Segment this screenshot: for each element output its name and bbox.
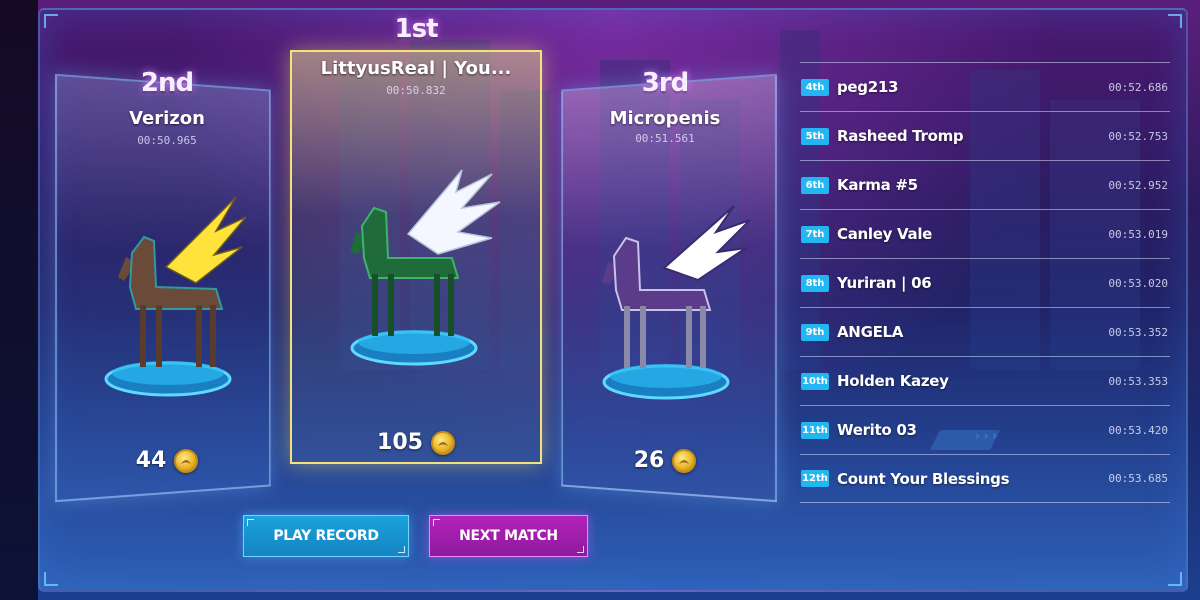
racer-name: Canley Vale bbox=[837, 225, 933, 243]
coin-icon bbox=[672, 448, 697, 473]
next-match-label: NEXT MATCH bbox=[459, 528, 558, 544]
racer-name: Micropenis bbox=[609, 108, 721, 129]
racer-time: 00:53.685 bbox=[1108, 472, 1168, 485]
horse-on-platform bbox=[104, 197, 246, 397]
racer-time: 00:50.832 bbox=[386, 84, 446, 97]
racer-name: Yuriran | 06 bbox=[837, 274, 932, 292]
leaderboard-row: 4th peg213 00:52.686 bbox=[800, 62, 1170, 111]
racer-name: Verizon bbox=[129, 108, 205, 129]
left-edge-panel bbox=[0, 0, 38, 600]
racer-time: 00:52.753 bbox=[1108, 129, 1168, 143]
corner-decoration bbox=[1168, 14, 1182, 28]
racer-name: Werito 03 bbox=[837, 421, 917, 439]
rank-badge: 10th bbox=[801, 372, 829, 390]
corner-decoration bbox=[44, 14, 58, 28]
racer-time: 00:52.686 bbox=[1108, 80, 1168, 94]
place-label: 1st bbox=[394, 14, 439, 44]
rank-badge: 6th bbox=[801, 176, 829, 194]
podium-card-first: 1st LittyusReal | You... 00:50.832 105 bbox=[290, 14, 542, 464]
leaderboard-row: 7th Canley Vale 00:53.019 bbox=[800, 209, 1170, 258]
leaderboard-row: 5th Rasheed Tromp 00:52.753 bbox=[800, 111, 1170, 160]
rank-badge: 7th bbox=[801, 225, 829, 243]
play-record-button[interactable]: PLAY RECORD bbox=[243, 515, 409, 557]
racer-time: 00:53.353 bbox=[1108, 374, 1168, 388]
racer-name: peg213 bbox=[837, 78, 899, 96]
reward: 44 bbox=[56, 448, 278, 473]
reward: 105 bbox=[290, 430, 542, 455]
leaderboard-row: 12th Count Your Blessings 00:53.685 bbox=[800, 454, 1170, 503]
reward: 26 bbox=[554, 448, 776, 473]
leaderboard-list: 4th peg213 00:52.686 5th Rasheed Tromp 0… bbox=[800, 62, 1170, 503]
podium-card-third: 3rd Micropenis 00:51.561 26 bbox=[554, 68, 777, 503]
leaderboard-row: 8th Yuriran | 06 00:53.020 bbox=[800, 258, 1170, 307]
rank-badge: 4th bbox=[801, 78, 829, 96]
racer-time: 00:50.965 bbox=[137, 134, 197, 147]
podium-card-second: 2nd Verizon 00:50.965 44 bbox=[55, 68, 278, 503]
corner-decoration bbox=[1168, 572, 1182, 586]
racer-time: 00:53.420 bbox=[1108, 423, 1168, 437]
rank-badge: 8th bbox=[801, 274, 829, 292]
racer-time: 00:53.019 bbox=[1108, 227, 1168, 241]
racer-name: ANGELA bbox=[837, 323, 904, 341]
racer-time: 00:53.020 bbox=[1108, 276, 1168, 290]
horse-figure bbox=[118, 197, 246, 367]
rank-badge: 12th bbox=[801, 470, 829, 487]
rank-badge: 9th bbox=[801, 323, 829, 341]
horse-on-platform bbox=[602, 205, 751, 400]
place-label: 3rd bbox=[641, 68, 690, 98]
next-match-button[interactable]: NEXT MATCH bbox=[429, 515, 588, 557]
racer-name: LittyusReal | You... bbox=[320, 58, 512, 79]
leaderboard-row: 10th Holden Kazey 00:53.353 bbox=[800, 356, 1170, 405]
reward-amount: 44 bbox=[135, 448, 167, 473]
reward-amount: 105 bbox=[377, 430, 423, 455]
corner-decoration bbox=[44, 572, 58, 586]
coin-icon bbox=[430, 430, 455, 455]
coin-icon bbox=[174, 448, 199, 473]
rank-badge: 5th bbox=[801, 127, 829, 145]
leaderboard-row: 9th ANGELA 00:53.352 bbox=[800, 307, 1170, 356]
play-record-label: PLAY RECORD bbox=[273, 528, 379, 544]
horse-figure bbox=[350, 169, 501, 336]
leaderboard-row: 11th Werito 03 00:53.420 bbox=[800, 405, 1170, 454]
leaderboard-row: 6th Karma #5 00:52.952 bbox=[800, 160, 1170, 209]
horse-on-platform bbox=[350, 169, 501, 366]
racer-time: 00:52.952 bbox=[1108, 178, 1168, 192]
racer-time: 00:51.561 bbox=[635, 132, 695, 145]
racer-time: 00:53.352 bbox=[1108, 325, 1168, 339]
racer-name: Count Your Blessings bbox=[837, 469, 1010, 488]
racer-name: Karma #5 bbox=[837, 176, 918, 194]
horse-figure bbox=[602, 205, 751, 368]
racer-name: Holden Kazey bbox=[837, 372, 949, 390]
rank-badge: 11th bbox=[801, 421, 829, 439]
racer-name: Rasheed Tromp bbox=[837, 127, 964, 145]
place-label: 2nd bbox=[140, 68, 194, 98]
reward-amount: 26 bbox=[633, 448, 665, 473]
